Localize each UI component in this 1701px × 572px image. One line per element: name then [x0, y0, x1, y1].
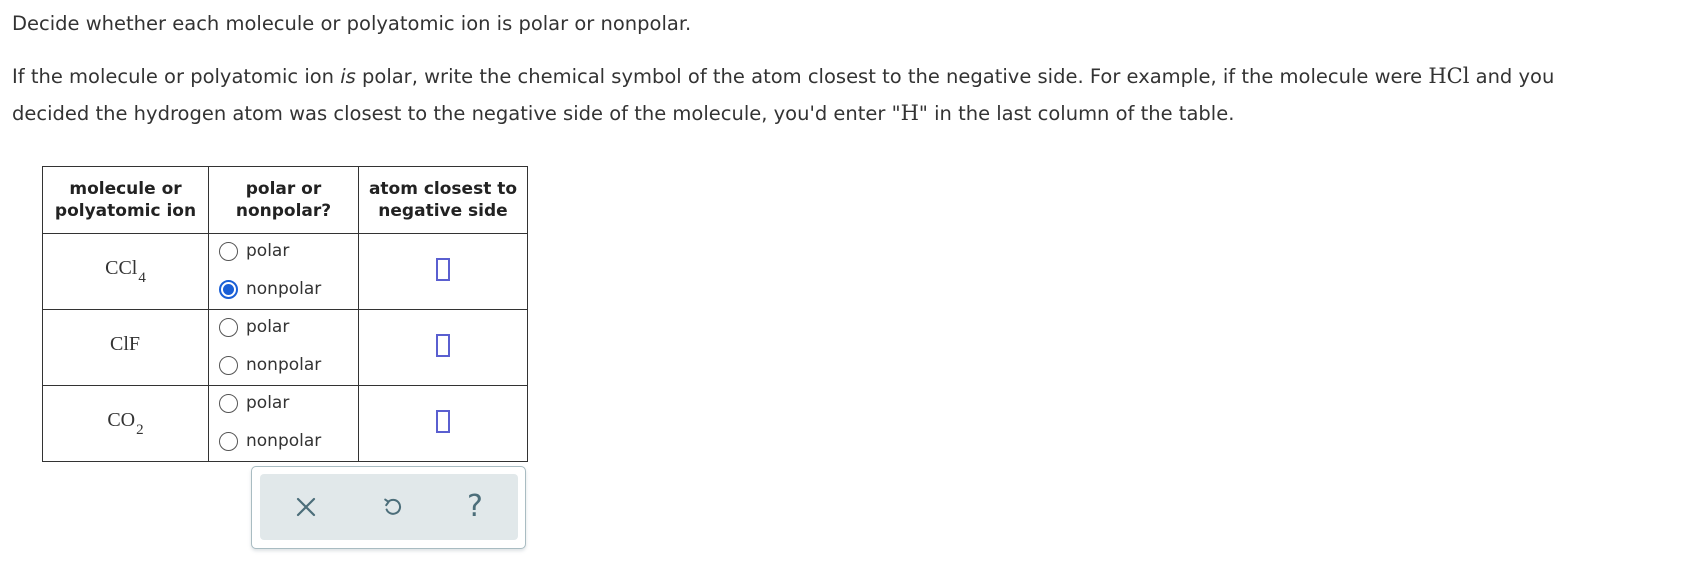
table-row: CCl4 polar nonpolar — [42, 233, 528, 310]
polarity-cell: polar nonpolar — [208, 233, 359, 310]
nonpolar-option[interactable]: nonpolar — [219, 355, 321, 375]
header-text: negative side — [378, 201, 508, 221]
example-symbol: H — [900, 101, 919, 125]
formula-subscript: 2 — [136, 422, 144, 438]
x-icon — [296, 497, 316, 517]
formula-co2: CO2 — [107, 409, 143, 438]
polarity-cell: polar nonpolar — [208, 309, 359, 386]
polarity-cell: polar nonpolar — [208, 385, 359, 462]
help-button[interactable]: ? — [459, 491, 491, 523]
atom-answer-input[interactable] — [436, 410, 450, 433]
nonpolar-label: nonpolar — [246, 279, 322, 299]
answer-cell — [358, 233, 528, 310]
undo-button[interactable] — [377, 491, 409, 523]
toolbar-panel: ? — [260, 474, 518, 540]
polar-radio[interactable] — [219, 317, 238, 337]
answer-cell — [358, 309, 528, 386]
table-row: CO2 polar nonpolar — [42, 385, 528, 462]
instruction-text: polar, write the chemical symbol of the … — [355, 65, 1429, 88]
instruction-text: decided the hydrogen atom was closest to… — [12, 102, 901, 125]
header-polarity: polar or nonpolar? — [208, 166, 359, 234]
nonpolar-radio[interactable] — [219, 355, 238, 375]
polar-radio[interactable] — [219, 393, 238, 413]
table-header-row: molecule or polyatomic ion polar or nonp… — [42, 166, 528, 234]
polar-option[interactable]: polar — [219, 393, 289, 413]
header-atom-closest: atom closest to negative side — [358, 166, 528, 234]
atom-answer-input[interactable] — [436, 334, 450, 357]
header-text: polyatomic ion — [54, 201, 197, 221]
polar-option[interactable]: polar — [219, 241, 289, 261]
header-text: nonpolar? — [235, 201, 332, 221]
nonpolar-radio[interactable] — [219, 279, 238, 299]
formula-clf: ClF — [110, 333, 141, 356]
instruction-text: If the molecule or polyatomic ion — [12, 65, 341, 88]
formula-text: CCl — [105, 257, 138, 279]
clear-button[interactable] — [290, 491, 322, 523]
help-icon: ? — [467, 489, 483, 524]
nonpolar-option[interactable]: nonpolar — [219, 279, 321, 299]
formula-cell: ClF — [42, 309, 209, 386]
formula-subscript: 4 — [138, 270, 146, 286]
undo-icon — [384, 498, 402, 515]
atom-answer-input[interactable] — [436, 258, 450, 281]
instruction-paragraph: If the molecule or polyatomic ion is pol… — [12, 58, 1554, 132]
instruction-line-1: Decide whether each molecule or polyatom… — [12, 12, 692, 35]
polar-label: polar — [246, 317, 290, 337]
header-molecule: molecule or polyatomic ion — [42, 166, 209, 234]
polar-radio[interactable] — [219, 241, 238, 261]
instruction-text: and you — [1469, 65, 1555, 88]
nonpolar-label: nonpolar — [246, 431, 322, 451]
answer-cell — [358, 385, 528, 462]
emphasis-is: is — [340, 65, 356, 88]
formula-text: CO — [107, 409, 136, 431]
formula-ccl4: CCl4 — [105, 257, 146, 286]
example-molecule: HCl — [1428, 64, 1470, 88]
polarity-table: molecule or polyatomic ion polar or nonp… — [42, 166, 528, 462]
nonpolar-label: nonpolar — [246, 355, 322, 375]
header-text: atom closest to — [368, 179, 518, 199]
formula-cell: CCl4 — [42, 233, 209, 310]
answer-toolbar: ? — [251, 466, 526, 549]
header-text: molecule or — [69, 179, 182, 199]
formula-text: ClF — [109, 333, 141, 355]
header-text: polar or — [245, 179, 322, 199]
instruction-text: " in the last column of the table. — [918, 102, 1235, 125]
polar-label: polar — [246, 241, 290, 261]
table-row: ClF polar nonpolar — [42, 309, 528, 386]
nonpolar-radio[interactable] — [219, 431, 238, 451]
formula-cell: CO2 — [42, 385, 209, 462]
polar-option[interactable]: polar — [219, 317, 289, 337]
polar-label: polar — [246, 393, 290, 413]
nonpolar-option[interactable]: nonpolar — [219, 431, 321, 451]
